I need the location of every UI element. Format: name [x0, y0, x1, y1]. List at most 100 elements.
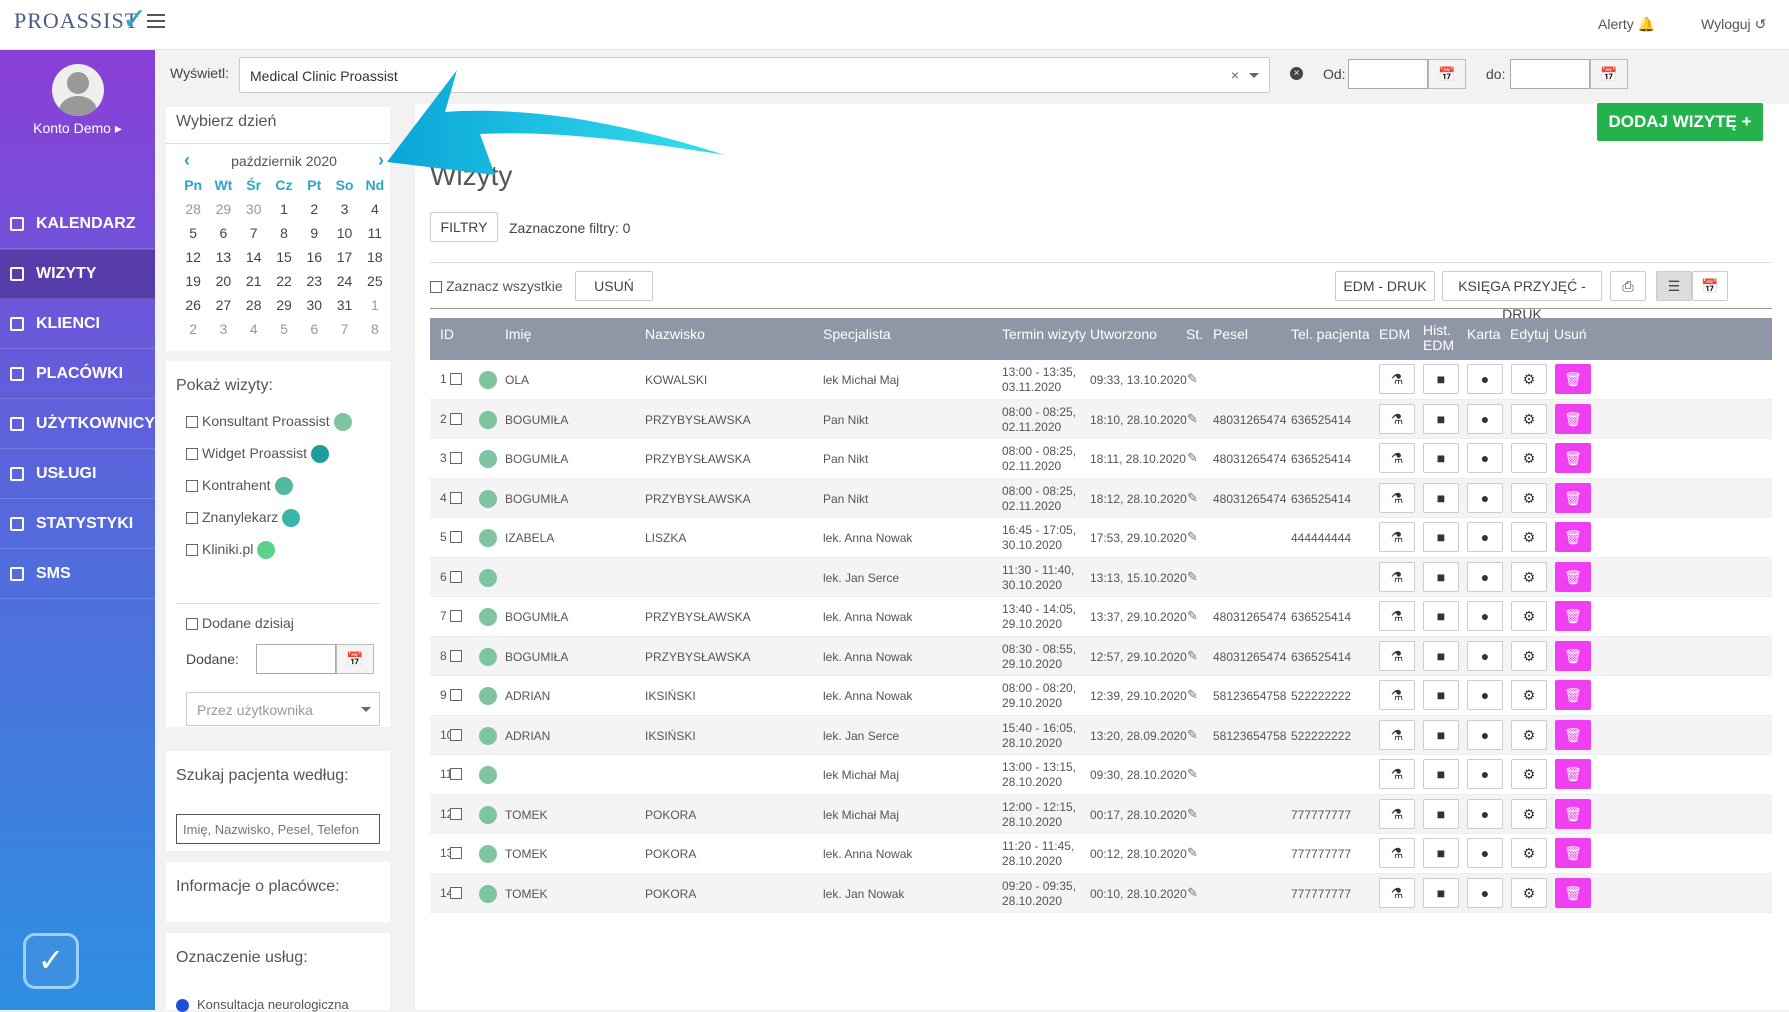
hist-edm-icon[interactable]: ■ — [1423, 403, 1459, 434]
edm-flask-icon[interactable]: ⚗ — [1379, 798, 1415, 829]
patient-card-icon[interactable]: ● — [1467, 403, 1503, 434]
delete-trash-icon[interactable]: 🗑 — [1555, 877, 1591, 908]
delete-selected-button[interactable]: USUŃ — [575, 271, 653, 301]
table-row[interactable]: 7 BOGUMIŁA PRZYBYSŁAWSKA lek. Anna Nowak 13:… — [430, 597, 1772, 637]
row-checkbox[interactable] — [450, 452, 462, 464]
table-row[interactable]: 2 BOGUMIŁA PRZYBYSŁAWSKA Pan Nikt 08:00 - 08… — [430, 399, 1772, 439]
calendar-day[interactable]: 14 — [239, 245, 269, 269]
table-row[interactable]: 10 ADRIAN IKSIŃSKI lek. Jan Serce 15:40 - 16… — [430, 715, 1772, 755]
edm-flask-icon[interactable]: ⚗ — [1379, 364, 1415, 394]
sidebar-item-6[interactable]: STATYSTYKI — [0, 500, 155, 549]
calendar-day[interactable]: 8 — [360, 317, 390, 341]
added-calendar-icon[interactable]: 📅 — [336, 644, 374, 674]
calendar-day[interactable]: 10 — [329, 221, 359, 245]
logout-link[interactable]: Wyloguj ↺ — [1701, 16, 1766, 33]
edm-flask-icon[interactable]: ⚗ — [1379, 561, 1415, 592]
edm-flask-icon[interactable]: ⚗ — [1379, 759, 1415, 789]
patient-card-icon[interactable]: ● — [1467, 443, 1503, 473]
calendar-day[interactable]: 26 — [178, 293, 208, 317]
hist-edm-icon[interactable]: ■ — [1423, 443, 1459, 473]
print-icon[interactable]: ⎙ — [1610, 271, 1646, 301]
row-checkbox[interactable] — [450, 373, 462, 385]
calendar-day[interactable]: 3 — [329, 197, 359, 221]
hist-edm-icon[interactable]: ■ — [1423, 680, 1459, 710]
calendar-day[interactable]: 29 — [269, 293, 299, 317]
calendar-day[interactable]: 24 — [329, 269, 359, 293]
chevron-down-icon[interactable] — [1249, 73, 1259, 83]
delete-trash-icon[interactable]: 🗑 — [1555, 798, 1591, 829]
edm-flask-icon[interactable]: ⚗ — [1379, 403, 1415, 434]
select-all-checkbox[interactable]: Zaznacz wszystkie — [430, 278, 563, 294]
edit-gear-icon[interactable]: ⚙ — [1511, 403, 1547, 434]
clear-select-icon[interactable]: × — [1231, 67, 1239, 83]
delete-trash-icon[interactable]: 🗑 — [1555, 719, 1591, 750]
calendar-day[interactable]: 27 — [208, 293, 238, 317]
source-checkbox[interactable]: Kliniki.pl — [186, 541, 276, 560]
column-header[interactable]: Imię — [505, 326, 531, 342]
column-header[interactable]: Specjalista — [823, 326, 891, 342]
source-checkbox[interactable]: Znanylekarz — [186, 509, 301, 528]
filters-button[interactable]: FILTRY — [430, 212, 498, 242]
avatar[interactable] — [52, 64, 104, 116]
hist-edm-icon[interactable]: ■ — [1423, 838, 1459, 868]
patient-card-icon[interactable]: ● — [1467, 838, 1503, 868]
calendar-day[interactable]: 22 — [269, 269, 299, 293]
clear-dates-icon[interactable]: × — [1290, 67, 1303, 80]
row-checkbox[interactable] — [450, 807, 462, 820]
calendar-day[interactable]: 12 — [178, 245, 208, 269]
edm-flask-icon[interactable]: ⚗ — [1379, 443, 1415, 473]
hist-edm-icon[interactable]: ■ — [1423, 364, 1459, 394]
column-header[interactable]: Edytuj — [1510, 326, 1549, 342]
hist-edm-icon[interactable]: ■ — [1423, 522, 1459, 552]
row-checkbox[interactable] — [450, 491, 462, 504]
row-checkbox[interactable] — [450, 847, 462, 859]
calendar-day[interactable]: 28 — [178, 197, 208, 221]
table-row[interactable]: 11 lek Michał Maj 13:00 - 13:15, 28.10.2020… — [430, 755, 1772, 795]
added-today-checkbox[interactable]: Dodane dzisiaj — [186, 615, 294, 631]
row-checkbox[interactable] — [450, 886, 462, 899]
calendar-day[interactable]: 5 — [178, 221, 208, 245]
edm-flask-icon[interactable]: ⚗ — [1379, 482, 1415, 513]
hist-edm-icon[interactable]: ■ — [1423, 640, 1459, 671]
calendar-day[interactable]: 2 — [299, 197, 329, 221]
hist-edm-icon[interactable]: ■ — [1423, 759, 1459, 789]
sidebar-item-0[interactable]: KALENDARZ — [0, 200, 155, 249]
calendar-day[interactable]: 21 — [239, 269, 269, 293]
edit-gear-icon[interactable]: ⚙ — [1511, 640, 1547, 671]
table-row[interactable]: 12 TOMEK POKORA lek Michał Maj 12:00 - 12:15… — [430, 794, 1772, 834]
edit-gear-icon[interactable]: ⚙ — [1511, 561, 1547, 592]
row-checkbox[interactable] — [450, 768, 462, 780]
patient-card-icon[interactable]: ● — [1467, 522, 1503, 552]
table-row[interactable]: 4 BOGUMIŁA PRZYBYSŁAWSKA Pan Nikt 08:00 - 08… — [430, 478, 1772, 518]
row-checkbox[interactable] — [450, 649, 462, 662]
patient-card-icon[interactable]: ● — [1467, 680, 1503, 710]
edit-gear-icon[interactable]: ⚙ — [1511, 759, 1547, 789]
delete-trash-icon[interactable]: 🗑 — [1555, 403, 1591, 434]
edm-flask-icon[interactable]: ⚗ — [1379, 838, 1415, 868]
calendar-day[interactable]: 30 — [239, 197, 269, 221]
patient-card-icon[interactable]: ● — [1467, 561, 1503, 592]
column-header[interactable]: ID — [440, 326, 454, 342]
add-visit-button[interactable]: DODAJ WIZYTĘ + — [1597, 103, 1763, 141]
calendar-day[interactable]: 5 — [269, 317, 299, 341]
row-checkbox[interactable] — [450, 728, 462, 741]
edit-gear-icon[interactable]: ⚙ — [1511, 482, 1547, 513]
calendar-day[interactable]: 4 — [239, 317, 269, 341]
table-row[interactable]: 13 TOMEK POKORA lek. Anna Nowak 11:20 - 11:4… — [430, 834, 1772, 874]
calendar-day[interactable]: 6 — [299, 317, 329, 341]
source-checkbox[interactable]: Widget Proassist — [186, 445, 330, 464]
calendar-day[interactable]: 2 — [178, 317, 208, 341]
sidebar-item-4[interactable]: UŻYTKOWNICY — [0, 400, 155, 449]
hist-edm-icon[interactable]: ■ — [1423, 877, 1459, 908]
column-header[interactable]: Utworzono — [1090, 326, 1157, 342]
column-header[interactable]: Termin wizyty — [1002, 326, 1086, 342]
delete-trash-icon[interactable]: 🗑 — [1555, 759, 1591, 789]
table-row[interactable]: 14 TOMEK POKORA lek. Jan Nowak 09:20 - 09:35… — [430, 873, 1772, 913]
edit-gear-icon[interactable]: ⚙ — [1511, 364, 1547, 394]
row-checkbox[interactable] — [450, 531, 462, 543]
calendar-day[interactable]: 20 — [208, 269, 238, 293]
column-header[interactable]: EDM — [1379, 326, 1410, 342]
edit-gear-icon[interactable]: ⚙ — [1511, 798, 1547, 829]
row-checkbox[interactable] — [450, 689, 462, 701]
edit-gear-icon[interactable]: ⚙ — [1511, 601, 1547, 631]
